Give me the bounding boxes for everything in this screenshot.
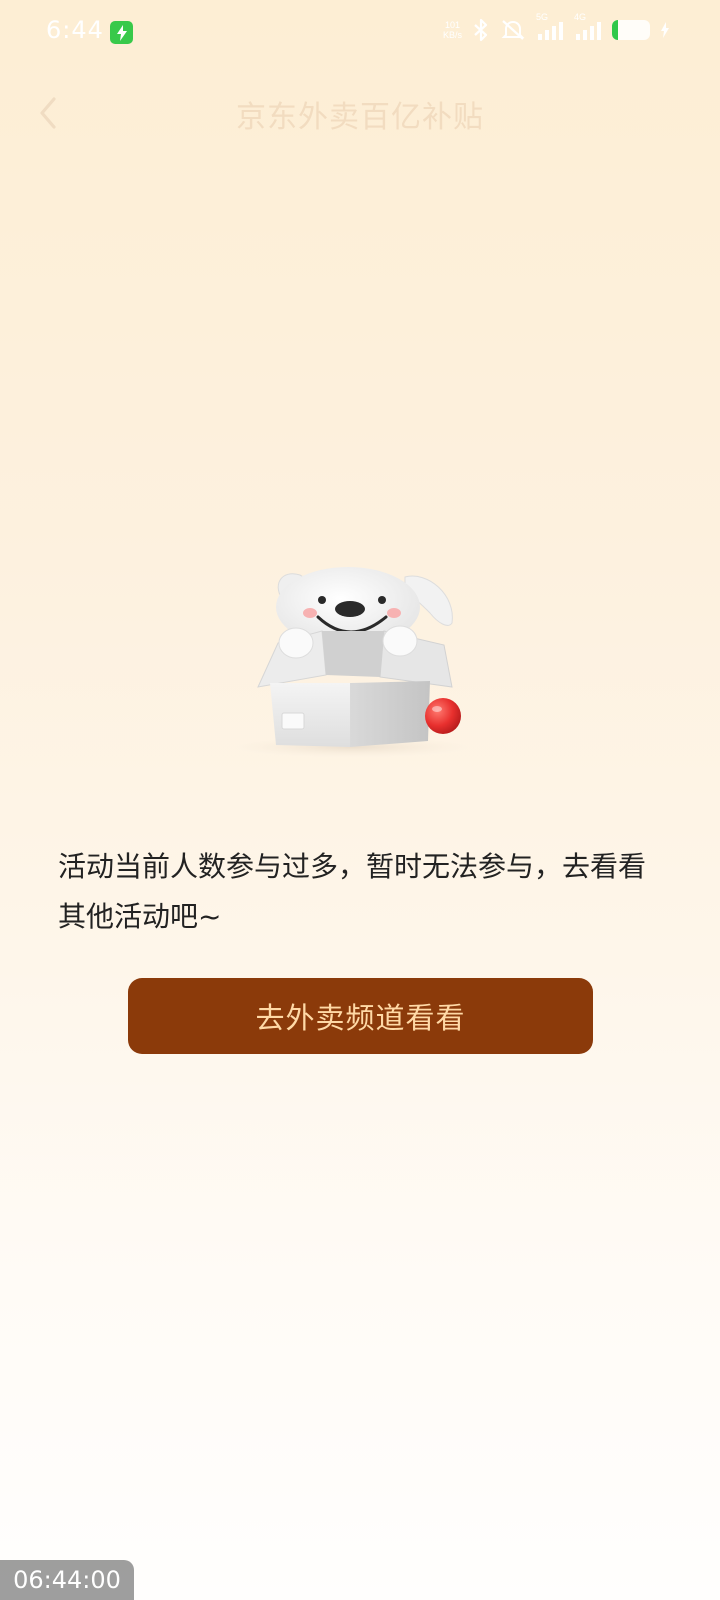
- signal-5g: 5G: [536, 12, 564, 42]
- status-icons: 101 KB/s 5G 4G: [443, 12, 670, 42]
- net-speed-unit: KB/s: [442, 30, 462, 40]
- page-title: 京东外卖百亿补贴: [236, 100, 484, 135]
- mascot-dog-in-box-icon: [234, 567, 470, 757]
- charging-badge-icon: [110, 21, 133, 44]
- empty-state-illustration: [230, 565, 490, 775]
- status-time: 6:44: [46, 16, 104, 44]
- charging-bolt-icon: [661, 22, 669, 38]
- signal-4g: 4G: [574, 12, 602, 42]
- battery-fill: [612, 20, 618, 40]
- signal-5g-label: 5G: [536, 12, 549, 22]
- signal-4g-label: 4G: [574, 12, 587, 22]
- mute-icon: [501, 20, 525, 40]
- timestamp-overlay: 06:44:00: [0, 1560, 134, 1600]
- empty-state-message: 活动当前人数参与过多，暂时无法参与，去看看其他活动吧~: [58, 850, 647, 933]
- go-takeout-channel-button[interactable]: 去外卖频道看看: [128, 978, 593, 1054]
- bluetooth-icon: [474, 18, 488, 42]
- status-bar: 6:44 101 KB/s 5G 4G: [0, 0, 720, 70]
- battery-icon: [612, 20, 650, 40]
- nav-bar: 京东外卖百亿补贴: [0, 78, 720, 148]
- net-speed-value: 101: [444, 20, 460, 30]
- net-speed: 101 KB/s: [443, 20, 462, 40]
